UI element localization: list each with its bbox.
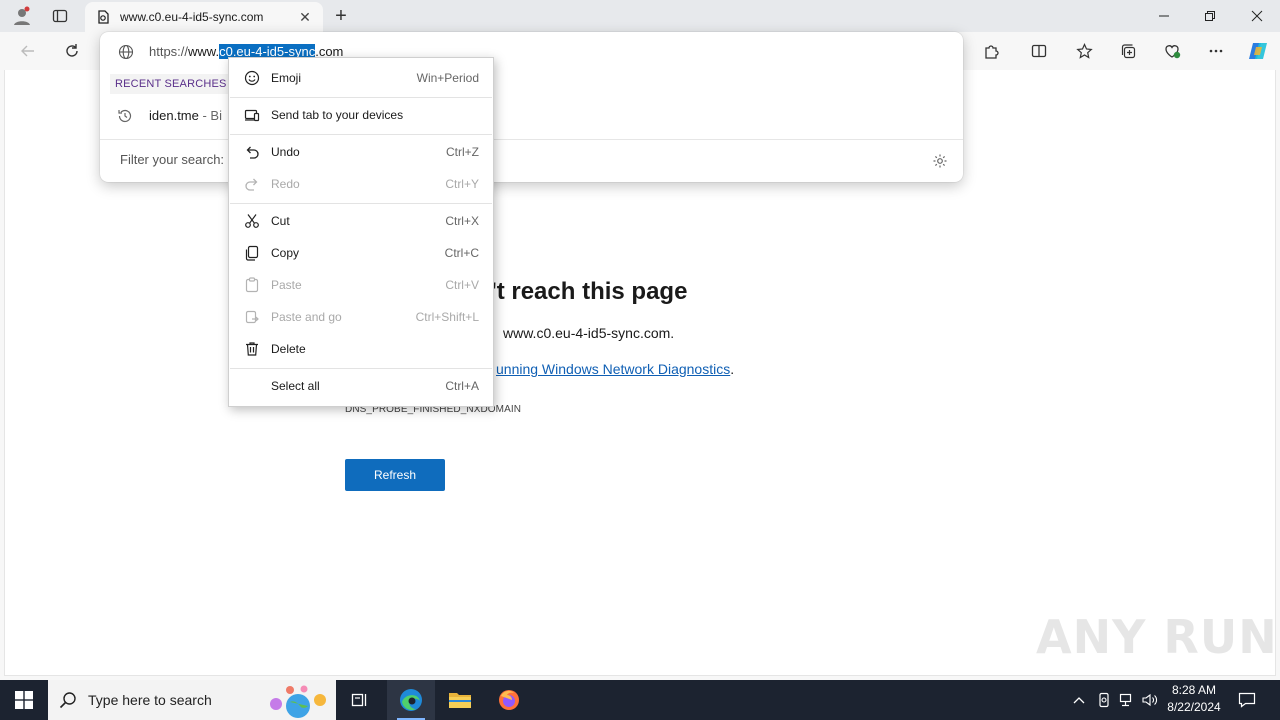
menu-separator xyxy=(230,203,492,204)
menu-item-delete[interactable]: Delete xyxy=(229,334,493,364)
split-screen-icon[interactable] xyxy=(1026,38,1052,64)
menu-item-cut[interactable]: Cut Ctrl+X xyxy=(229,206,493,236)
search-placeholder: Type here to search xyxy=(88,692,212,708)
more-menu-icon[interactable] xyxy=(1203,38,1229,64)
collections-icon[interactable] xyxy=(1115,38,1141,64)
new-tab-button[interactable]: + xyxy=(330,5,352,27)
show-hidden-icons[interactable] xyxy=(1068,680,1090,720)
error-title: 't reach this page xyxy=(491,278,688,305)
menu-item-send-tab[interactable]: Send tab to your devices xyxy=(229,100,493,130)
menu-separator xyxy=(230,368,492,369)
history-icon xyxy=(116,107,134,125)
undo-icon xyxy=(243,143,261,161)
menu-separator xyxy=(230,97,492,98)
menu-item-paste-and-go[interactable]: Paste and go Ctrl+Shift+L xyxy=(229,302,493,332)
menu-item-paste[interactable]: Paste Ctrl+V xyxy=(229,270,493,300)
menu-item-label: Emoji xyxy=(271,71,302,85)
clock-time: 8:28 AM xyxy=(1171,683,1217,697)
menu-item-label: Redo xyxy=(271,177,300,191)
firefox-icon[interactable] xyxy=(485,680,533,720)
file-explorer-icon[interactable] xyxy=(436,680,484,720)
paste-icon xyxy=(243,276,261,294)
menu-item-label: Undo xyxy=(271,145,300,159)
search-icon xyxy=(48,691,88,709)
tab-actions-icon[interactable] xyxy=(48,4,72,28)
url-host-start: www. xyxy=(188,44,220,59)
menu-item-label: Send tab to your devices xyxy=(271,108,404,122)
menu-item-shortcut: Ctrl+C xyxy=(444,246,479,260)
emoji-icon xyxy=(243,69,261,87)
menu-item-label: Copy xyxy=(271,246,300,260)
taskbar-search[interactable]: Type here to search xyxy=(48,680,336,720)
recent-searches-label: RECENT SEARCHES xyxy=(110,74,232,94)
tab-title: www.c0.eu-4-id5-sync.com xyxy=(120,10,264,24)
browser-essentials-icon[interactable] xyxy=(1159,38,1185,64)
copilot-icon[interactable] xyxy=(1245,38,1271,64)
gear-icon[interactable] xyxy=(930,151,950,171)
active-tab[interactable]: www.c0.eu-4-id5-sync.com ✕ xyxy=(85,2,323,32)
menu-item-redo[interactable]: Redo Ctrl+Y xyxy=(229,169,493,199)
error-host-text: www.c0.eu-4-id5-sync.com. xyxy=(503,325,675,341)
globe-icon xyxy=(117,43,135,61)
menu-item-shortcut: Ctrl+A xyxy=(445,379,479,393)
back-button[interactable] xyxy=(15,38,41,64)
system-clock[interactable]: 8:28 AM 8/22/2024 xyxy=(1158,682,1230,716)
menu-item-undo[interactable]: Undo Ctrl+Z xyxy=(229,137,493,167)
search-highlight-icon xyxy=(270,685,326,718)
minimize-button[interactable] xyxy=(1141,0,1187,32)
reload-button[interactable] xyxy=(59,38,85,64)
error-suggestion: unning Windows Network Diagnostics. xyxy=(496,361,734,377)
menu-item-emoji[interactable]: Emoji Win+Period xyxy=(229,63,493,93)
refresh-button[interactable]: Refresh xyxy=(345,459,445,491)
recent-search-suffix: - Bi xyxy=(198,108,222,123)
menu-item-shortcut: Ctrl+Y xyxy=(445,177,479,191)
recent-search-text: iden.tme xyxy=(149,108,199,123)
menu-item-label: Delete xyxy=(271,342,306,356)
menu-item-shortcut: Win+Period xyxy=(416,71,479,85)
menu-item-label: Cut xyxy=(271,214,290,228)
paste-and-go-icon xyxy=(243,308,261,326)
restore-button[interactable] xyxy=(1187,0,1233,32)
suggestion-period: . xyxy=(730,361,735,377)
menu-item-copy[interactable]: Copy Ctrl+C xyxy=(229,238,493,268)
network-icon[interactable] xyxy=(1116,680,1138,720)
profile-icon[interactable] xyxy=(10,4,34,28)
menu-separator xyxy=(230,134,492,135)
scissors-icon xyxy=(243,212,261,230)
copy-icon xyxy=(243,244,261,262)
menu-item-shortcut: Ctrl+Shift+L xyxy=(415,310,479,324)
clock-date: 8/22/2024 xyxy=(1167,700,1221,714)
menu-item-shortcut: Ctrl+V xyxy=(445,278,479,292)
device-icon[interactable] xyxy=(1093,680,1115,720)
menu-item-label: Paste and go xyxy=(271,310,342,324)
windows-start-button[interactable] xyxy=(0,680,48,720)
task-view-icon[interactable] xyxy=(336,680,384,720)
close-window-button[interactable] xyxy=(1234,0,1280,32)
url-scheme: https:// xyxy=(149,44,189,59)
page-error-icon xyxy=(95,9,111,25)
anyrun-watermark: ANY RUN xyxy=(1036,610,1278,664)
menu-item-select-all[interactable]: Select all Ctrl+A xyxy=(229,371,493,401)
redo-icon xyxy=(243,175,261,193)
title-bar: www.c0.eu-4-id5-sync.com ✕ + xyxy=(0,0,1280,32)
network-diagnostics-link[interactable]: unning Windows Network Diagnostics xyxy=(496,361,730,377)
notifications-icon[interactable] xyxy=(1234,680,1260,720)
context-menu: Emoji Win+Period Send tab to your device… xyxy=(228,57,494,407)
favorites-icon[interactable] xyxy=(1071,38,1097,64)
taskbar: Type here to search 8:28 AM 8/22/2024 xyxy=(0,680,1280,720)
menu-item-shortcut: Ctrl+Z xyxy=(446,145,479,159)
close-tab-icon[interactable]: ✕ xyxy=(297,9,313,25)
filter-search-label: Filter your search: xyxy=(120,152,225,167)
menu-item-shortcut: Ctrl+X xyxy=(445,214,479,228)
menu-item-label: Select all xyxy=(271,379,320,393)
send-to-devices-icon xyxy=(243,106,261,124)
extensions-icon[interactable] xyxy=(978,38,1004,64)
menu-item-label: Paste xyxy=(271,278,302,292)
trash-icon xyxy=(243,340,261,358)
edge-taskbar-icon[interactable] xyxy=(387,680,435,720)
